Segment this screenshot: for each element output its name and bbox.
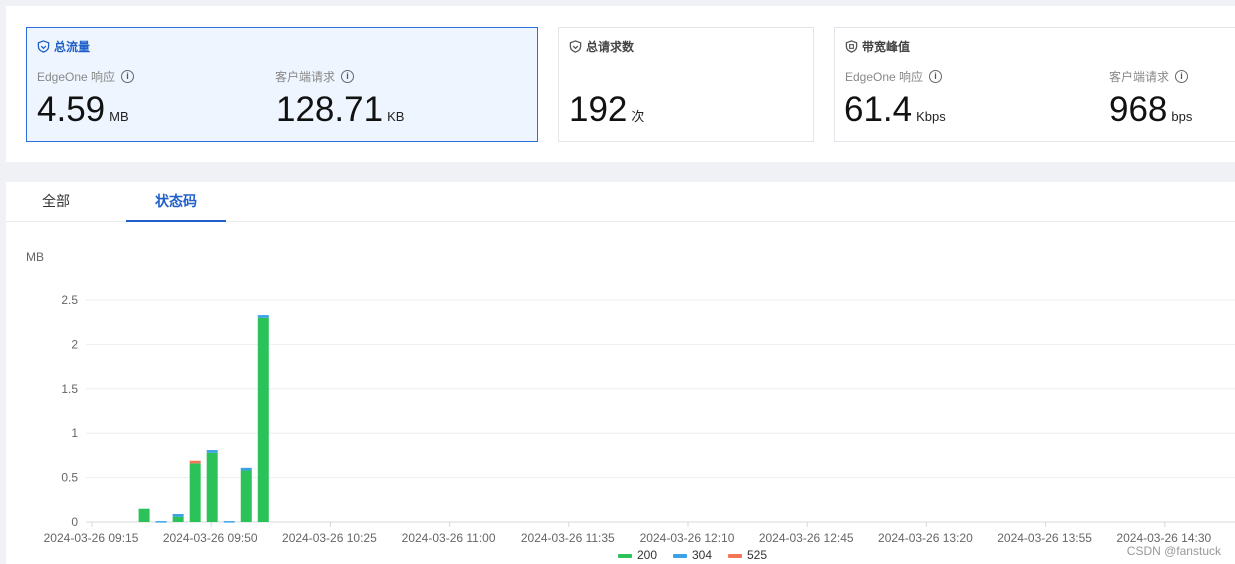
metric-number: 128.71 [276,90,384,129]
total-requests-card[interactable]: 总请求数 192 次 [558,27,814,142]
bar-segment-200 [138,508,150,522]
metric-unit: MB [109,109,129,124]
bar-segment-200 [240,470,252,522]
legend-swatch [618,554,632,558]
bar-segment-304 [206,450,218,453]
y-tick-label: 0.5 [61,471,78,485]
tab-status-code[interactable]: 状态码 [126,182,226,222]
x-tick-label: 2024-03-26 14:30 [1116,531,1211,545]
card-title: 总流量 [37,38,90,55]
shield-icon [845,40,858,53]
status-code-chart: 0 0.5 1 1.5 2 2.5 2024-03-26 09:15 2024-03-26 0… [44,293,1235,562]
y-tick-label: 2.5 [61,293,78,307]
info-icon[interactable]: i [1175,70,1189,83]
shield-icon [569,40,582,53]
card-title: 总请求数 [569,38,634,55]
legend-label: 200 [637,548,657,562]
legend-swatch [673,554,687,558]
edgeone-response-label: EdgeOne 响应 i [37,68,135,85]
bar-segment-200 [257,317,269,522]
metric-number: 192 [569,90,628,129]
bar-segment-525 [189,460,201,464]
bar-segment-304 [240,467,252,471]
chart-panel: 全部 状态码 MB 0 0.5 1 1.5 2 2.5 2024-03-26 09:15 20… [6,182,1235,564]
metric-unit: Kbps [916,109,946,124]
metric-number: 968 [1109,90,1168,129]
bandwidth-peak-card[interactable]: 带宽峰值 EdgeOne 响应 i 61.4 Kbps 客户端请求 i 968 … [834,27,1235,142]
client-request-label: 客户端请求 i [275,68,355,85]
client-request-value: 128.71 KB [276,90,404,130]
edgeone-response-label: EdgeOne 响应 i [845,68,943,85]
legend-label: 525 [747,548,767,562]
info-icon[interactable]: i [341,70,355,83]
metric-unit: KB [387,109,405,124]
edgeone-response-value: 4.59 MB [37,90,129,130]
shield-icon [37,40,50,53]
total-traffic-card[interactable]: 总流量 EdgeOne 响应 i 4.59 MB 客户端请求 i 128.71 … [26,27,538,142]
y-tick-label: 1 [71,426,78,440]
bar-segment-200 [206,452,218,522]
x-tick-label: 2024-03-26 12:10 [640,531,735,545]
total-requests-title: 总请求数 [586,40,635,54]
legend-label: 304 [692,548,712,562]
info-icon[interactable]: i [121,70,135,83]
y-tick-label: 1.5 [61,382,78,396]
total-traffic-title: 总流量 [54,40,91,54]
bar-segment-304 [155,521,167,523]
x-tick-label: 2024-03-26 11:35 [521,531,615,545]
x-tick-label: 2024-03-26 13:20 [878,531,973,545]
watermark: CSDN @fanstuck [1126,544,1221,558]
card-title: 带宽峰值 [845,38,910,55]
metric-label-text: EdgeOne 响应 [37,70,116,84]
bar-segment-304 [257,315,269,318]
y-axis-unit: MB [26,250,44,264]
tab-all[interactable]: 全部 [6,182,106,222]
x-tick-label: 2024-03-26 09:15 [44,531,139,545]
metric-unit: 次 [631,109,645,124]
total-requests-value: 192 次 [569,90,644,130]
x-tick-label: 2024-03-26 10:25 [282,531,377,545]
metric-label-text: EdgeOne 响应 [845,70,924,84]
client-request-value: 968 bps [1109,90,1192,130]
metric-label-text: 客户端请求 [1109,70,1170,84]
stats-panel: 总流量 EdgeOne 响应 i 4.59 MB 客户端请求 i 128.71 … [6,6,1235,162]
info-icon[interactable]: i [929,70,943,83]
legend-swatch [728,554,742,558]
x-tick-label: 2024-03-26 12:45 [759,531,854,545]
metric-number: 4.59 [37,90,106,129]
x-tick-label: 2024-03-26 13:55 [997,531,1092,545]
metric-unit: bps [1171,109,1193,124]
edgeone-response-value: 61.4 Kbps [844,90,946,130]
bar-segment-304 [172,514,184,517]
bar-segment-200 [172,516,184,522]
bandwidth-peak-title: 带宽峰值 [862,40,911,54]
x-tick-label: 2024-03-26 11:00 [402,531,496,545]
x-tick-label: 2024-03-26 09:50 [163,531,258,545]
y-tick-label: 0 [71,515,78,529]
tab-bar: 全部 状态码 [6,182,1235,222]
y-tick-label: 2 [71,337,78,351]
bar-segment-304 [223,521,235,523]
metric-number: 61.4 [844,90,913,129]
bar-segment-200 [189,463,201,522]
metric-label-text: 客户端请求 [275,70,336,84]
client-request-label: 客户端请求 i [1109,68,1189,85]
